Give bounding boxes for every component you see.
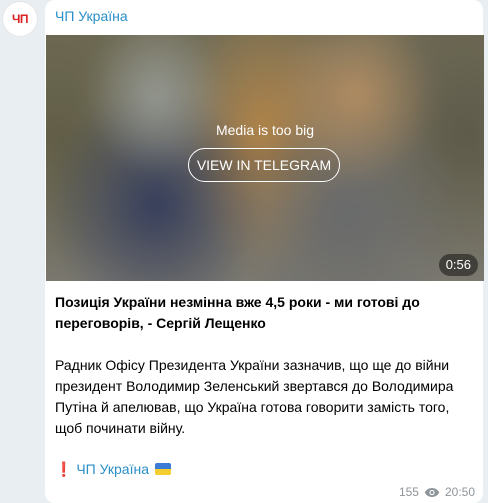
ukraine-flag-icon — [154, 463, 171, 475]
post-body: Радник Офісу Президента України зазначив… — [55, 357, 454, 436]
channel-avatar[interactable]: ЧП — [2, 1, 38, 37]
eye-icon — [424, 487, 440, 497]
post-signature: ❗ ЧП Україна — [55, 459, 171, 480]
exclamation-icon: ❗ — [55, 461, 73, 477]
views-count: 155 — [398, 485, 419, 499]
channel-name-link[interactable]: ЧП Україна — [55, 8, 128, 24]
media-too-big-message: Media is too big — [215, 122, 315, 138]
message-time: 20:50 — [444, 485, 475, 499]
post-title: Позиція України незмінна вже 4,5 роки - … — [55, 294, 420, 331]
view-in-telegram-button[interactable]: VIEW IN TELEGRAM — [188, 148, 340, 182]
video-preview[interactable]: Media is too big VIEW IN TELEGRAM 0:56 — [46, 35, 484, 281]
channel-signature-link[interactable]: ЧП Україна — [76, 461, 149, 477]
message-meta: 155 20:50 — [399, 485, 475, 499]
message-bubble: ЧП Україна Media is too big VIEW IN TELE… — [45, 0, 484, 503]
avatar-text: ЧП — [11, 12, 29, 26]
video-duration-badge: 0:56 — [438, 254, 478, 276]
